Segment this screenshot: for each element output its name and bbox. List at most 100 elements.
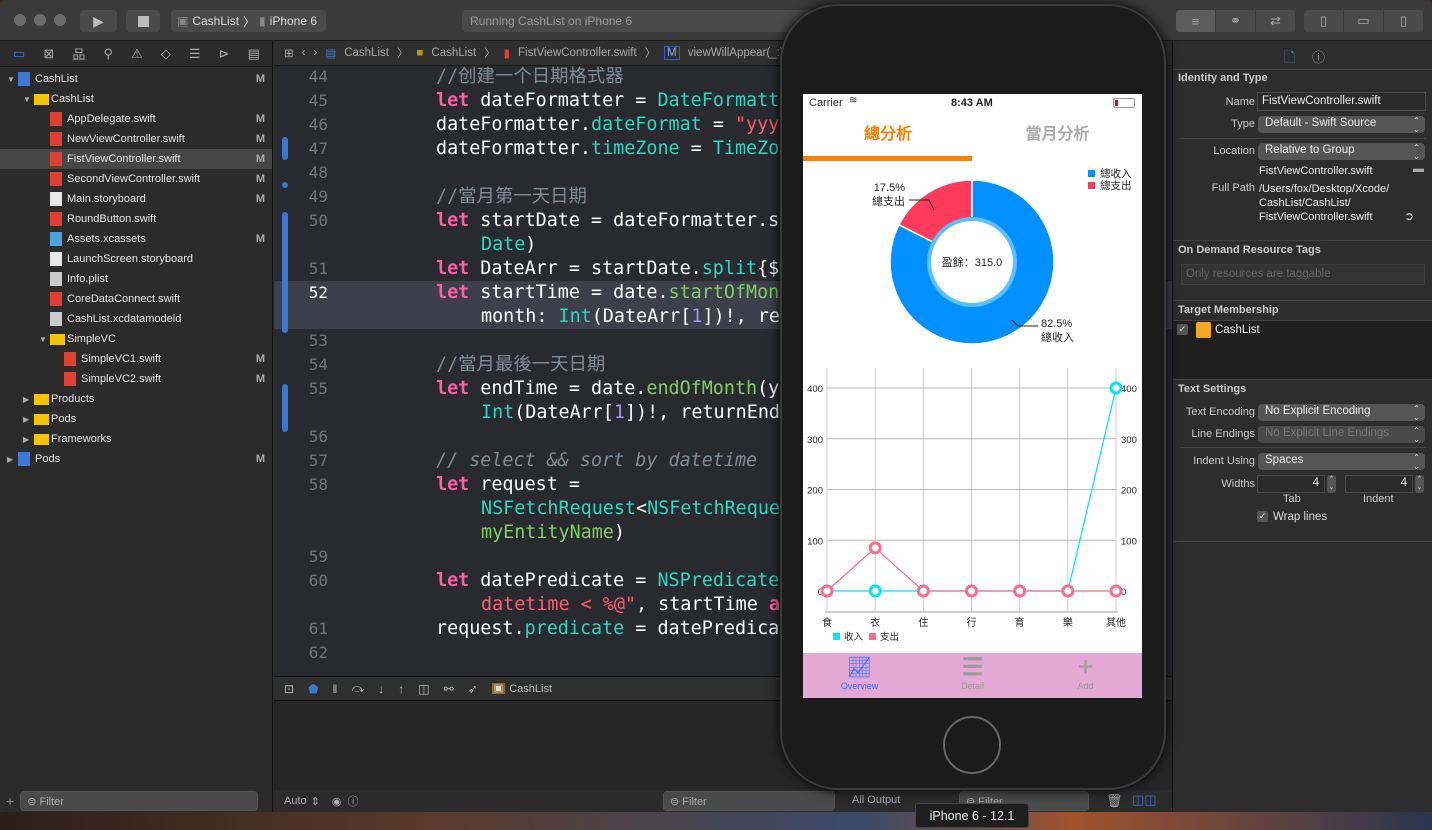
disclosure-open-icon[interactable]: ▼ [23, 95, 31, 104]
file-tree-item[interactable]: ▼ CashList M [0, 69, 272, 89]
toggle-inspector-button[interactable]: ▯ [1384, 10, 1424, 32]
data-point-expense[interactable] [965, 584, 978, 598]
breakpoints-toggle-icon[interactable]: ⬟ [308, 682, 318, 696]
report-icon[interactable]: ▤ [248, 46, 260, 62]
tags-field[interactable]: Only resources are taggable [1181, 264, 1425, 285]
navigator-filter-input[interactable]: ⊜ Filter [20, 791, 259, 811]
file-tree-item[interactable]: ▼ SimpleVC [0, 329, 272, 349]
tab-add[interactable]: + Add [1029, 653, 1142, 698]
data-point-expense[interactable] [1061, 584, 1075, 598]
folder-icon[interactable]: ▬ [1413, 163, 1424, 175]
debug-target[interactable]: CashList [509, 683, 552, 695]
data-point-expense[interactable] [1013, 584, 1027, 598]
file-tree-item[interactable]: Assets.xcassets M [0, 229, 272, 249]
breadcrumb-group[interactable]: CashList [431, 47, 476, 59]
memory-graph-icon[interactable]: ⚯ [444, 682, 454, 696]
file-tree-item[interactable]: NewViewController.swift M [0, 129, 272, 149]
variables-filter-input[interactable]: ⊜ Filter [663, 791, 835, 811]
endings-select[interactable]: No Explicit Line Endings [1258, 426, 1425, 444]
stop-button[interactable] [126, 10, 160, 32]
step-over-icon[interactable]: ⤼ [351, 681, 364, 696]
location-select[interactable]: Relative to Group [1258, 143, 1425, 161]
file-tree-item[interactable]: ▶ Frameworks [0, 429, 272, 449]
view-debugger-icon[interactable]: ◫ [418, 682, 429, 696]
file-tree-item[interactable]: SimpleVC1.swift M [0, 349, 272, 369]
add-icon[interactable]: + [6, 793, 14, 809]
breadcrumb-file[interactable]: FistViewController.swift [518, 47, 637, 59]
file-tree-item[interactable]: SecondViewController.swift M [0, 169, 272, 189]
file-tree-item[interactable]: FistViewController.swift M [0, 149, 272, 169]
assistant-editor-button[interactable]: ⚭ [1216, 10, 1256, 32]
encoding-select[interactable]: No Explicit Encoding [1258, 404, 1425, 422]
trash-icon[interactable]: 🗑 [1106, 793, 1123, 809]
type-select[interactable]: Default - Swift Source [1258, 116, 1425, 134]
toggle-navigator-button[interactable]: ▯ [1304, 10, 1344, 32]
breadcrumb-project[interactable]: CashList [344, 47, 389, 59]
disclosure-closed-icon[interactable]: ▶ [7, 455, 13, 464]
tab-overview[interactable]: 📈︎ Overview [803, 653, 916, 698]
location-icon[interactable]: ➶ [468, 682, 478, 696]
eye-icon[interactable]: ◉ [332, 795, 342, 808]
home-button[interactable] [943, 716, 1001, 774]
file-tree-item[interactable]: RoundButton.swift [0, 209, 272, 229]
scheme-selector[interactable]: ▣ CashList 〉 ▮ iPhone 6 [171, 10, 326, 32]
close-window-button[interactable] [14, 14, 26, 26]
info-icon[interactable]: ⓘ [347, 793, 358, 809]
data-point-expense[interactable] [916, 584, 930, 598]
minimize-window-button[interactable] [34, 14, 46, 26]
data-point-expense[interactable] [1109, 584, 1123, 598]
help-icon[interactable]: ⓘ [1312, 47, 1325, 66]
run-button[interactable]: ▶ [80, 10, 117, 32]
tab-overall-analysis[interactable]: 總分析 [803, 120, 973, 144]
standard-editor-button[interactable]: ≡ [1176, 10, 1216, 32]
data-point-income[interactable] [868, 584, 882, 598]
back-icon[interactable]: ‹ [302, 47, 306, 59]
test-icon[interactable]: ◇ [161, 46, 171, 62]
breakpoint-icon[interactable]: ⊳ [219, 46, 230, 62]
hide-debug-icon[interactable]: ⊡ [284, 682, 294, 696]
disclosure-open-icon[interactable]: ▼ [39, 335, 47, 344]
step-into-icon[interactable]: ↓ [378, 682, 384, 696]
disclosure-open-icon[interactable]: ▼ [7, 75, 15, 84]
indent-width-field[interactable]: 4 [1345, 475, 1413, 493]
tab-detail[interactable]: ☰ Detail [916, 653, 1029, 698]
target-checkbox[interactable]: ✓ [1177, 324, 1188, 335]
data-point-expense[interactable] [820, 584, 834, 598]
wrap-lines-checkbox[interactable]: ✓ [1257, 511, 1268, 522]
file-tree-item[interactable]: LaunchScreen.storyboard [0, 249, 272, 269]
folder-icon[interactable]: ▭ [13, 46, 25, 62]
file-tree-item[interactable]: AppDelegate.swift M [0, 109, 272, 129]
related-items-icon[interactable]: ⊞ [284, 46, 294, 60]
step-out-icon[interactable]: ↑ [398, 682, 404, 696]
reveal-arrow-icon[interactable]: ➲ [1404, 209, 1414, 223]
file-tree-item[interactable]: Info.plist [0, 269, 272, 289]
file-tree-item[interactable]: ▶ Pods M [0, 449, 272, 469]
pause-icon[interactable]: ‖ [333, 682, 338, 696]
split-view-icon[interactable]: ◫◫ [1132, 792, 1157, 808]
data-point-income[interactable] [1109, 381, 1123, 395]
file-tree-item[interactable]: SimpleVC2.swift M [0, 369, 272, 389]
debug-icon[interactable]: ☰ [189, 46, 201, 62]
disclosure-closed-icon[interactable]: ▶ [23, 415, 29, 424]
file-tree-item[interactable]: CoreDataConnect.swift [0, 289, 272, 309]
indent-select[interactable]: Spaces [1258, 453, 1425, 471]
file-tree-item[interactable]: CashList.xcdatamodeld [0, 309, 272, 329]
toggle-debug-button[interactable]: ▭ [1344, 10, 1384, 32]
file-tree-item[interactable]: ▼ CashList [0, 89, 272, 109]
file-tree-item[interactable]: Main.storyboard M [0, 189, 272, 209]
output-select[interactable]: All Output [852, 794, 900, 806]
disclosure-closed-icon[interactable]: ▶ [23, 395, 29, 404]
file-tree-item[interactable]: ▶ Products [0, 389, 272, 409]
hierarchy-icon[interactable]: 品 [72, 44, 85, 63]
variables-scope-select[interactable]: Auto [284, 795, 307, 807]
name-field[interactable]: FistViewController.swift [1257, 92, 1426, 111]
zoom-window-button[interactable] [54, 14, 66, 26]
search-icon[interactable]: ⚲ [103, 46, 113, 62]
source-control-icon[interactable]: ⊠ [43, 46, 54, 62]
file-tree-item[interactable]: ▶ Pods [0, 409, 272, 429]
tab-width-stepper[interactable]: ⌃ ⌄ [1327, 475, 1336, 493]
file-inspector-icon[interactable]: 🗋 [1284, 47, 1295, 71]
version-editor-button[interactable]: ⇄ [1256, 10, 1296, 32]
forward-icon[interactable]: › [313, 47, 317, 59]
disclosure-closed-icon[interactable]: ▶ [23, 435, 29, 444]
